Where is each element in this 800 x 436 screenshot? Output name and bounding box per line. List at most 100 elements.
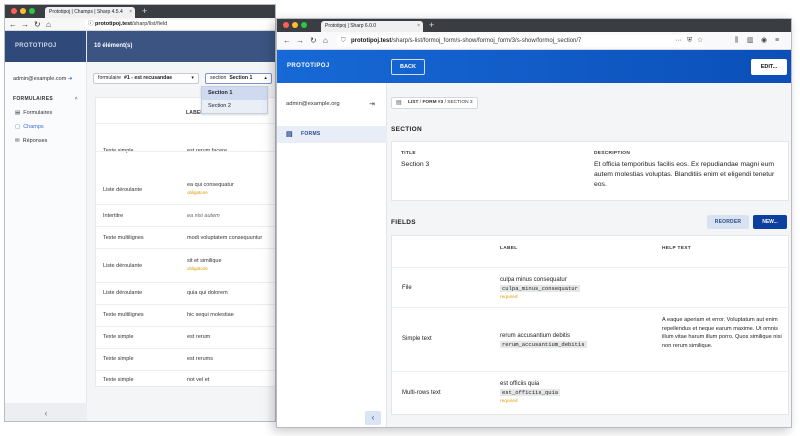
- table-row[interactable]: Simple text rerum accusantium debitis re…: [392, 307, 790, 371]
- row-type: Liste déroulante: [103, 187, 143, 193]
- back-user: admin@example.com ➜: [5, 62, 86, 82]
- back-browser-tab[interactable]: Prototipoj | Champs | Sharp 4.5.4 ×: [45, 7, 135, 18]
- logout-icon[interactable]: ➜: [68, 76, 73, 82]
- row-type: Texte simple: [103, 377, 134, 383]
- table-row[interactable]: File culpa minus consequatur culpa_minus…: [392, 267, 790, 307]
- table-row[interactable]: Texte simple est rerum: [96, 326, 275, 348]
- back-section-title[interactable]: FORMULAIRES ˄: [5, 82, 86, 102]
- breadcrumb: ▤ LIST / FORM #3 / SECTION 3: [391, 97, 478, 109]
- minimize-window-button[interactable]: [20, 8, 26, 14]
- breadcrumb-form[interactable]: FORM #3: [422, 100, 443, 105]
- back-list-count: 10 élément(s): [87, 31, 275, 62]
- url-path: /sharp/s-list/formoj_form/s-show/formoj_…: [391, 38, 582, 44]
- logout-icon[interactable]: ⇥: [369, 100, 375, 108]
- shield-icon: ⛉: [341, 38, 346, 44]
- back-browser-window: Prototipoj | Champs | Sharp 4.5.4 × + ← …: [4, 4, 276, 422]
- table-row[interactable]: Texte multilignes modi voluptatem conseq…: [96, 226, 275, 248]
- filter-formulaire[interactable]: formulaire #1 - est recusandae ▾: [93, 73, 199, 84]
- new-tab-icon[interactable]: +: [429, 19, 434, 32]
- breadcrumb-separator: /: [419, 100, 422, 105]
- back-button[interactable]: BACK: [391, 59, 425, 75]
- front-browser-tab[interactable]: Prototipoj | Sharp 6.0.0 ×: [321, 21, 423, 32]
- square-icon: ▢: [15, 124, 21, 130]
- table-row[interactable]: Texte multilignes hic sequi molestiae: [96, 304, 275, 326]
- dropdown-option-section-1[interactable]: Section 1: [202, 87, 267, 100]
- row-label: est rerum: [187, 334, 211, 340]
- bookmark-star-icon[interactable]: ☆: [697, 35, 703, 47]
- edit-button[interactable]: EDIT...: [751, 59, 787, 75]
- table-row[interactable]: Liste déroulante sit et similique obliga…: [96, 248, 275, 282]
- new-tab-icon[interactable]: +: [142, 5, 147, 18]
- close-tab-icon[interactable]: ×: [129, 7, 132, 18]
- sidebar-item-forms[interactable]: ▤ FORMS: [277, 126, 387, 143]
- back-url-bar[interactable]: ⓘ prototipoj.test/sharp/list/field: [85, 20, 275, 29]
- front-url-bar[interactable]: ⛉ prototipoj.test/sharp/s-list/formoj_fo…: [337, 35, 703, 47]
- back-titlebar: Prototipoj | Champs | Sharp 4.5.4 × +: [5, 5, 275, 18]
- url-host: prototipoj.test: [95, 21, 132, 27]
- forward-arrow-icon[interactable]: →: [21, 19, 29, 30]
- table-row[interactable]: Texte simple not vel et: [96, 370, 275, 388]
- caret-up-icon: ▴: [264, 75, 267, 81]
- collapse-sidebar-icon[interactable]: ‹: [365, 411, 381, 425]
- maximize-window-button[interactable]: [301, 22, 307, 28]
- menu-icon[interactable]: ≡: [775, 35, 779, 47]
- sidebar-item-formulaires[interactable]: ▤ Formulaires: [5, 102, 86, 116]
- home-icon[interactable]: ⌂: [323, 35, 328, 47]
- back-arrow-icon[interactable]: ←: [9, 19, 17, 30]
- sidebar-item-champs[interactable]: ▢ Champs: [5, 116, 86, 130]
- close-window-button[interactable]: [11, 8, 17, 14]
- reload-icon[interactable]: ↻: [310, 35, 317, 47]
- maximize-window-button[interactable]: [29, 8, 35, 14]
- reorder-button[interactable]: REORDER: [707, 215, 749, 229]
- forward-arrow-icon[interactable]: →: [296, 35, 304, 47]
- breadcrumb-separator: /: [444, 100, 446, 105]
- fields-table: LABEL HELP TEXT File culpa minus consequ…: [391, 235, 790, 416]
- row-type: Texte multilignes: [103, 235, 144, 241]
- dropdown-option-section-2[interactable]: Section 2: [202, 100, 267, 113]
- breadcrumb-list[interactable]: LIST: [408, 100, 418, 105]
- column-header-label: LABEL: [500, 246, 518, 251]
- field-label: est officiis quia: [500, 381, 540, 387]
- field-key: est_officiis_quia: [500, 389, 561, 396]
- filter-value: #1 - est recusandae: [123, 75, 173, 81]
- collapse-sidebar-icon[interactable]: ‹: [5, 403, 87, 421]
- required-tag: obligatoire: [187, 266, 208, 271]
- home-icon[interactable]: ⌂: [46, 19, 51, 30]
- reload-icon[interactable]: ↻: [34, 19, 41, 30]
- title-value: Section 3: [401, 161, 430, 168]
- tab-title: Prototipoj | Champs | Sharp 4.5.4: [49, 9, 123, 15]
- sidebar-toggle-icon[interactable]: ▥: [747, 35, 754, 47]
- sidebar-item-reponses[interactable]: ✉ Réponses: [5, 130, 86, 144]
- row-type: Liste déroulante: [103, 290, 143, 296]
- front-navbar: ← → ↻ ⌂ ⛉ prototipoj.test/sharp/s-list/f…: [277, 32, 791, 50]
- description-caption: DESCRIPTION: [594, 151, 631, 156]
- back-arrow-icon[interactable]: ←: [283, 35, 291, 47]
- chevron-up-icon[interactable]: ˄: [75, 96, 78, 102]
- library-icon[interactable]: ⫼: [735, 35, 738, 47]
- close-tab-icon[interactable]: ×: [417, 21, 420, 32]
- new-field-button[interactable]: NEW...: [753, 215, 787, 229]
- account-icon[interactable]: ◉: [761, 35, 767, 47]
- table-row[interactable]: Texte simple est rerum facere: [96, 123, 275, 154]
- column-header-help-text: HELP TEXT: [662, 246, 691, 251]
- close-window-button[interactable]: [283, 22, 289, 28]
- more-icon[interactable]: ···: [675, 35, 682, 47]
- minimize-window-button[interactable]: [292, 22, 298, 28]
- filter-section[interactable]: section Section 1 ▴: [205, 73, 272, 84]
- section-details-card: TITLE Section 3 DESCRIPTION Et officia t…: [391, 141, 789, 201]
- table-row[interactable]: Texte simple est rerums: [96, 348, 275, 370]
- table-row[interactable]: Liste déroulante ea qui consequatur obli…: [96, 151, 275, 199]
- field-key: culpa_minus_consequatur: [500, 285, 580, 292]
- back-table: LABEL Texte simple est rerum facere List…: [95, 97, 275, 388]
- description-value: Et officia temporibus facilis eos. Ex re…: [594, 161, 775, 188]
- list-icon: ▤: [396, 100, 402, 106]
- table-row[interactable]: Multi-rows text est officiis quia est_of…: [392, 371, 790, 416]
- table-row[interactable]: Intertitre ea nisi autem: [96, 204, 275, 226]
- row-type: Liste déroulante: [103, 263, 143, 269]
- required-tag: required: [500, 399, 518, 404]
- row-label: not vel et: [187, 377, 210, 383]
- pocket-icon[interactable]: ⛨: [687, 35, 692, 47]
- table-row[interactable]: Liste déroulante quia qui dolorem: [96, 282, 275, 304]
- row-type: Texte simple: [103, 334, 134, 340]
- section-dropdown-menu: Section 1 Section 2: [201, 86, 268, 114]
